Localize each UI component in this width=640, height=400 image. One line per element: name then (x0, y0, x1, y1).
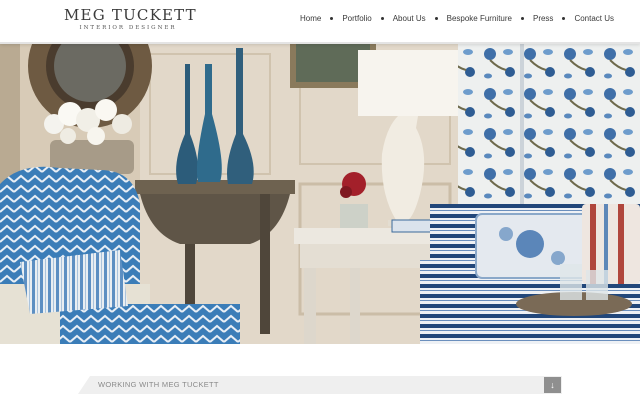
nav-separator-dot (562, 17, 566, 20)
nav-separator-dot (520, 17, 524, 20)
site-logo[interactable]: MEG TUCKETT INTERIOR DESIGNER (64, 6, 197, 31)
arrow-down-icon: ↓ (550, 380, 555, 390)
section-bar-notch (78, 376, 90, 394)
hero-image (0, 44, 640, 344)
interior-illustration (0, 44, 640, 344)
nav-separator-dot (330, 17, 334, 20)
logo-name: MEG TUCKETT (64, 6, 197, 24)
nav-bespoke-furniture[interactable]: Bespoke Furniture (447, 14, 512, 23)
nav-press[interactable]: Press (533, 14, 553, 23)
site-header: MEG TUCKETT INTERIOR DESIGNER Home Portf… (0, 0, 640, 44)
nav-home[interactable]: Home (300, 14, 321, 23)
main-nav: Home Portfolio About Us Bespoke Furnitur… (300, 14, 614, 23)
nav-separator-dot (434, 17, 438, 20)
nav-separator-dot (380, 17, 384, 20)
nav-about-us[interactable]: About Us (393, 14, 426, 23)
section-bar-title: WORKING WITH MEG TUCKETT (98, 380, 219, 389)
logo-tagline: INTERIOR DESIGNER (79, 25, 177, 31)
nav-contact-us[interactable]: Contact Us (574, 14, 614, 23)
nav-portfolio[interactable]: Portfolio (342, 14, 371, 23)
expand-button[interactable]: ↓ (544, 377, 561, 393)
